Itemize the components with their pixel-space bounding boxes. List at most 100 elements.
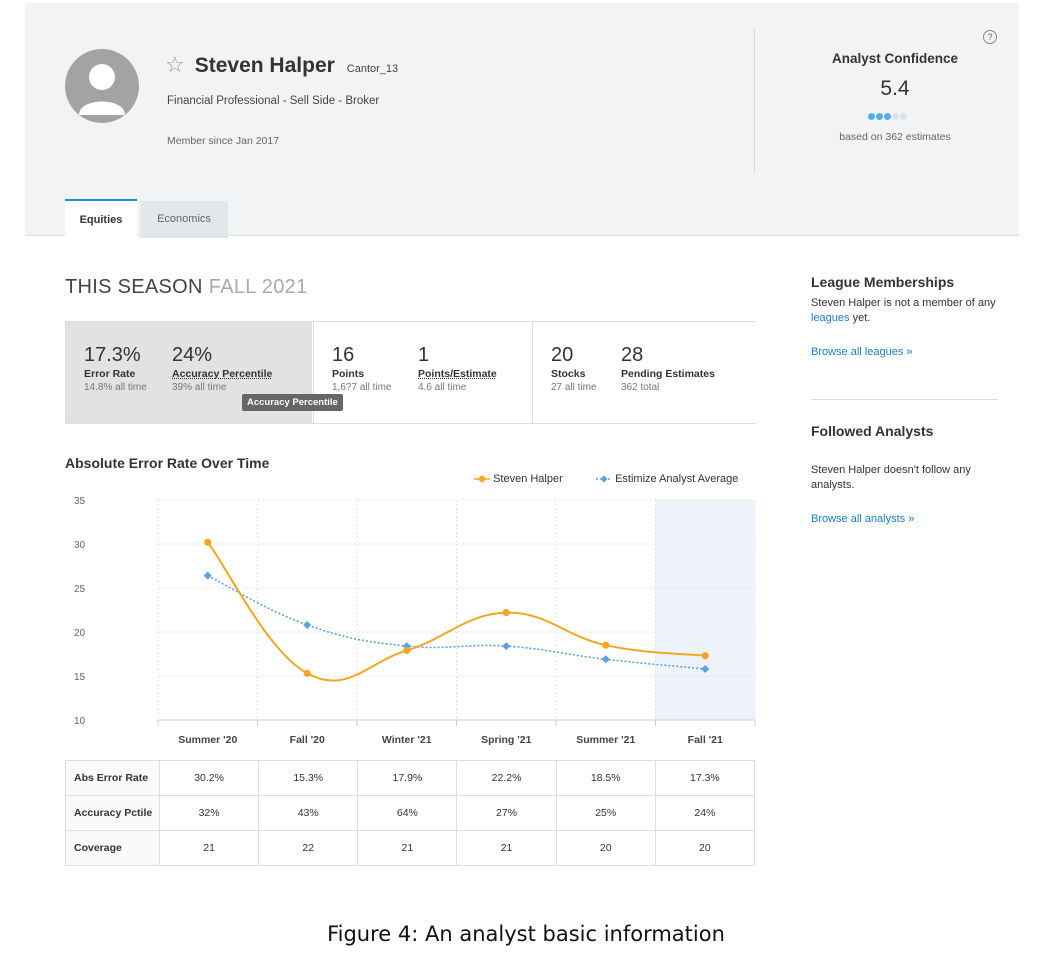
season-label: THIS SEASON: [65, 276, 203, 298]
accuracy-tooltip: Accuracy Percentile: [242, 394, 343, 411]
x-tick-label: Fall '20: [290, 734, 325, 746]
confidence-value: 5.4: [880, 77, 910, 100]
star-outline-icon[interactable]: ☆: [165, 53, 185, 78]
point-steven-halper: [602, 641, 610, 649]
confidence-subtitle: based on 362 estimates: [839, 131, 951, 143]
stat-accuracy-percentile[interactable]: 24% Accuracy Percentile 39% all time: [172, 344, 272, 393]
x-tick-label: Fall '21: [688, 734, 723, 746]
confidence-rating-dots: [868, 113, 907, 120]
table-row: Abs Error Rate 30.2% 15.3% 17.9% 22.2% 18.5% 1…: [65, 760, 756, 796]
stat-pending-estimates: 28 Pending Estimates 362 total: [621, 344, 715, 393]
error-rate-chart: 35 30 25 20 15 10 Summer '20 Fall '20 Winter '21…: [74, 496, 756, 746]
analyst-name: Steven Halper: [194, 54, 335, 77]
table-cell: 18.5%: [555, 760, 656, 796]
tab-economics[interactable]: Economics: [140, 201, 228, 238]
table-cell: 20: [654, 830, 756, 866]
legend-avg-marker: [596, 475, 612, 483]
legend-steven-halper[interactable]: Steven Halper: [474, 473, 563, 485]
y-tick-label: 15: [74, 672, 86, 683]
table-cell: 21: [456, 830, 557, 866]
season-name: FALL 2021: [208, 276, 308, 298]
stat-stocks: 20 Stocks 27 all time: [551, 344, 597, 393]
table-cell: 27%: [456, 795, 557, 831]
point-steven-halper: [204, 538, 212, 546]
followed-analysts-text: Steven Halper doesn't follow any analyst…: [811, 464, 971, 491]
season-stats: 17.3% Error Rate 14.8% all time 24% Accu…: [65, 321, 756, 424]
followed-analysts-title: Followed Analysts: [811, 423, 934, 439]
tab-equities[interactable]: Equities: [65, 199, 137, 240]
header-divider: [754, 29, 755, 174]
sidebar-divider: [811, 399, 998, 400]
chart-title: Absolute Error Rate Over Time: [65, 455, 270, 471]
figure-caption: Figure 4: An analyst basic information: [327, 922, 725, 946]
highlight-column: [655, 500, 755, 720]
table-row: Coverage 21 22 21 21 20 20: [65, 830, 756, 866]
legend-analyst-average[interactable]: Estimize Analyst Average: [596, 473, 738, 485]
browse-leagues-link[interactable]: Browse all leagues »: [811, 346, 913, 358]
analyst-handle: Cantor_13: [346, 63, 399, 75]
x-tick-label: Winter '21: [382, 734, 432, 746]
stat-points: 16 Points 1,6?7 all time: [332, 344, 392, 393]
season-history-table: Abs Error Rate 30.2% 15.3% 17.9% 22.2% 18.5% 1…: [65, 760, 756, 866]
table-cell: 15.3%: [258, 760, 359, 796]
confidence-dot: [900, 113, 907, 120]
table-cell: 20: [555, 830, 656, 866]
table-cell: 17.9%: [357, 760, 458, 796]
legend-avg-label: Estimize Analyst Average: [615, 473, 739, 485]
profile-header: ☆ Steven Halper Cantor_13 Financial Prof…: [25, 3, 1019, 240]
confidence-dot: [876, 113, 883, 120]
analyst-role: Financial Professional - Sell Side - Bro…: [167, 95, 380, 107]
y-tick-label: 35: [74, 496, 86, 507]
point-steven-halper: [403, 646, 411, 655]
table-cell: 22: [258, 830, 359, 866]
row-label: Accuracy Pctile: [65, 795, 160, 831]
stat-group-points: 16 Points 1,6?7 all time 1 Points/Estima…: [313, 322, 533, 423]
stat-group-coverage: 20 Stocks 27 all time 28 Pending Estimat…: [532, 322, 756, 423]
legend-halper-label: Steven Halper: [493, 473, 563, 485]
league-memberships-text: Steven Halper is not a member of any lea…: [811, 297, 996, 324]
league-memberships-title: League Memberships: [811, 274, 955, 290]
point-analyst-average: [203, 571, 212, 580]
point-steven-halper: [701, 652, 709, 660]
point-steven-halper: [303, 669, 311, 677]
y-tick-label: 10: [74, 716, 86, 727]
row-label: Coverage: [65, 830, 160, 866]
table-cell: 32%: [158, 795, 260, 831]
member-since: Member since Jan 2017: [167, 135, 280, 147]
table-cell: 22.2%: [456, 760, 557, 796]
table-cell: 30.2%: [158, 760, 260, 796]
point-analyst-average: [601, 655, 610, 664]
help-icon[interactable]: ?: [983, 30, 997, 44]
point-analyst-average: [502, 642, 511, 651]
avatar: [65, 49, 139, 123]
browse-analysts-link[interactable]: Browse all analysts »: [811, 513, 914, 525]
x-tick-label: Summer '20: [178, 734, 237, 746]
table-row: Accuracy Pctile 32% 43% 64% 27% 25% 24%: [65, 795, 756, 831]
table-cell: 43%: [258, 795, 359, 831]
x-tick-label: Summer '21: [576, 734, 635, 746]
point-steven-halper: [502, 609, 510, 617]
user-silhouette-icon: [79, 64, 125, 115]
point-analyst-average: [303, 620, 312, 629]
x-tick-label: Spring '21: [481, 734, 532, 746]
row-label: Abs Error Rate: [65, 760, 160, 796]
season-heading: THIS SEASON FALL 2021: [65, 276, 308, 299]
confidence-dot: [884, 113, 891, 120]
y-tick-label: 25: [74, 584, 86, 595]
confidence-title: Analyst Confidence: [831, 51, 959, 66]
legend-halper-marker: [474, 475, 490, 483]
table-cell: 64%: [357, 795, 458, 831]
leagues-link[interactable]: leagues: [811, 312, 850, 324]
series-line-steven-halper: [206, 541, 706, 682]
confidence-dot: [868, 113, 875, 120]
table-cell: 25%: [555, 795, 656, 831]
confidence-dot: [892, 113, 899, 120]
stat-error-rate: 17.3% Error Rate 14.8% all time: [84, 344, 147, 393]
y-tick-label: 20: [74, 628, 86, 639]
table-cell: 24%: [654, 795, 756, 831]
stat-points-per-estimate[interactable]: 1 Points/Estimate 4.6 all time: [418, 344, 497, 393]
table-cell: 21: [158, 830, 260, 866]
table-cell: 17.3%: [654, 760, 756, 796]
table-cell: 21: [357, 830, 458, 866]
y-tick-label: 30: [74, 540, 86, 551]
